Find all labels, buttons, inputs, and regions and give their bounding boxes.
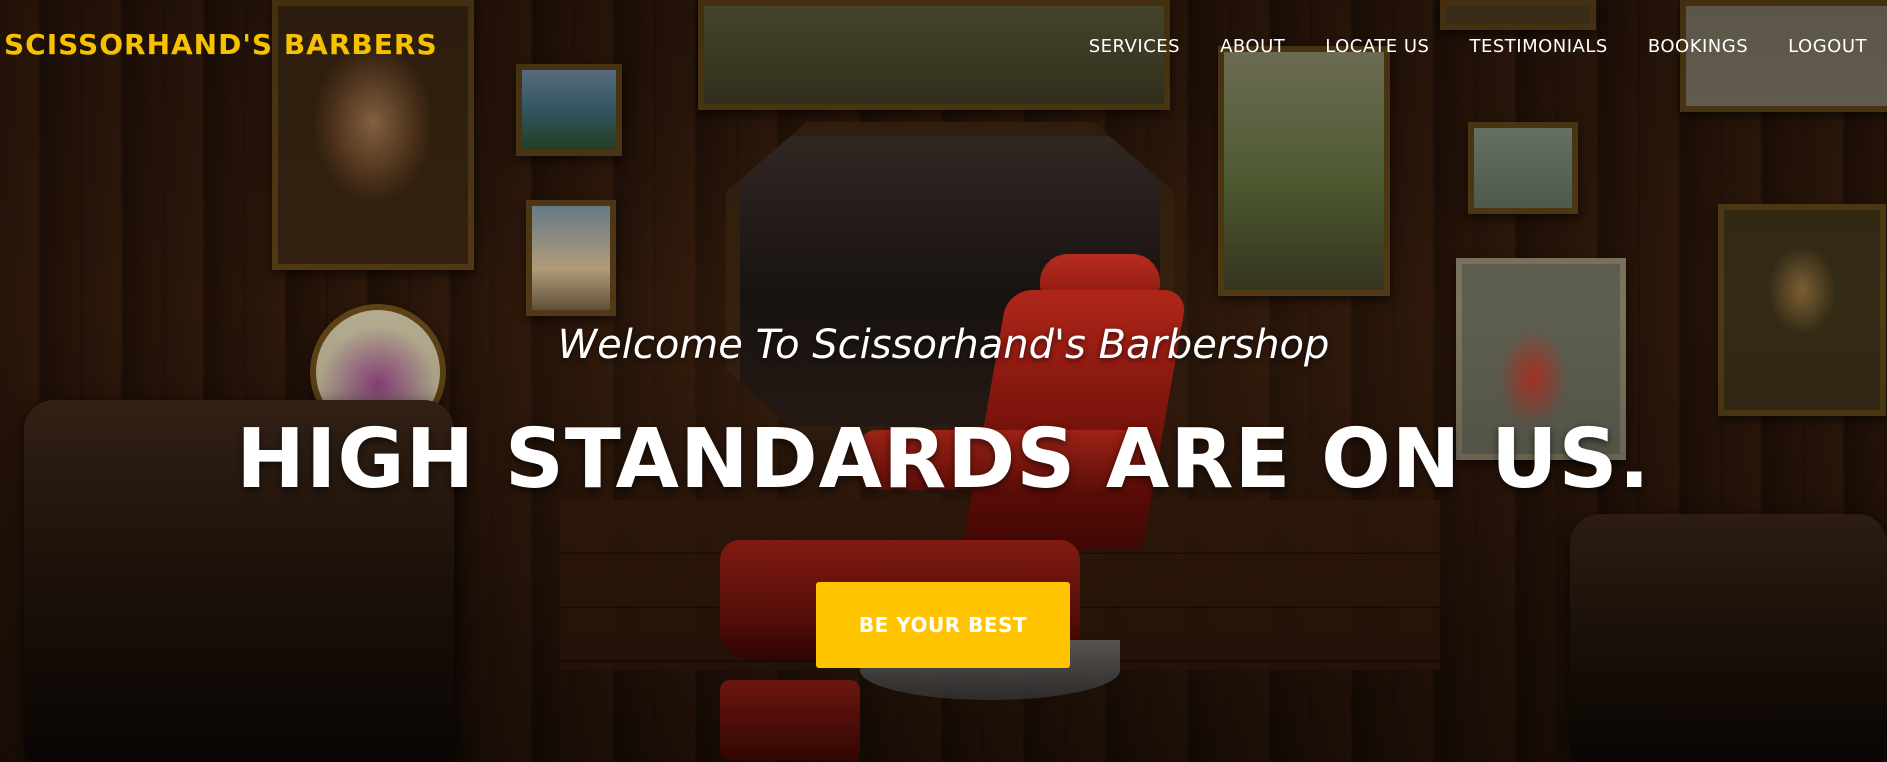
nav-link-services[interactable]: SERVICES [1089, 36, 1180, 57]
be-your-best-button[interactable]: BE YOUR BEST [816, 582, 1070, 668]
nav-link-testimonials[interactable]: TESTIMONIALS [1469, 36, 1607, 57]
nav-link-bookings[interactable]: BOOKINGS [1648, 36, 1748, 57]
brand-logo-link[interactable]: SCISSORHAND'S BARBERS [4, 28, 438, 61]
nav-link-locate-us[interactable]: LOCATE US [1325, 36, 1429, 57]
nav-item-services: SERVICES [1089, 36, 1180, 57]
nav-menu: SERVICES ABOUT LOCATE US TESTIMONIALS BO… [1089, 36, 1867, 57]
nav-item-about: ABOUT [1220, 36, 1285, 57]
nav-link-about[interactable]: ABOUT [1220, 36, 1285, 57]
nav-link-logout[interactable]: LOGOUT [1788, 36, 1867, 57]
hero-headline: HIGH STANDARDS ARE ON US. [236, 412, 1651, 507]
nav-item-bookings: BOOKINGS [1648, 36, 1748, 57]
welcome-subtitle: Welcome To Scissorhand's Barbershop [557, 322, 1330, 368]
nav-item-locate-us: LOCATE US [1325, 36, 1429, 57]
top-navbar: SCISSORHAND'S BARBERS SERVICES ABOUT LOC… [0, 0, 1887, 96]
nav-item-logout: LOGOUT [1788, 36, 1867, 57]
nav-item-testimonials: TESTIMONIALS [1469, 36, 1607, 57]
